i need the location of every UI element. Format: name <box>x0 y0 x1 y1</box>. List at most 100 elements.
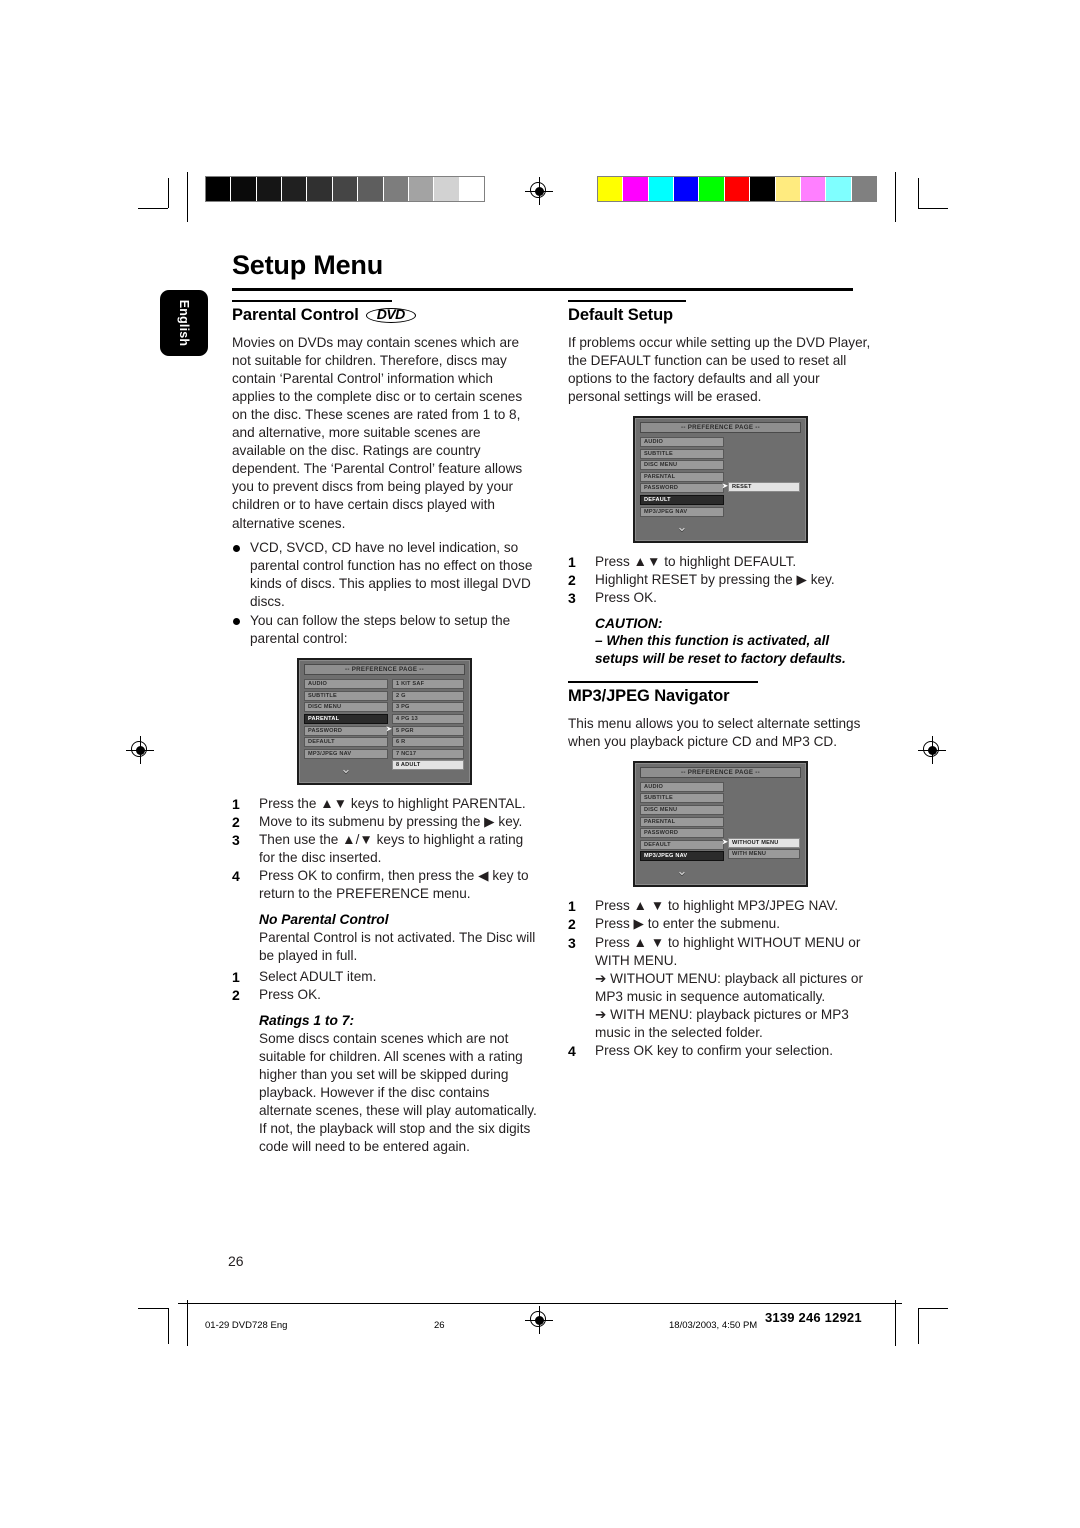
page-number: 26 <box>228 1253 244 1269</box>
color-swatch-8 <box>800 177 827 201</box>
caution-body: – When this function is activated, all s… <box>595 632 846 666</box>
parental-osd-wrapper: -- PREFERENCE PAGE -- AUDIO SUBTITLE DIS… <box>232 658 537 785</box>
step-number: 2 <box>568 916 576 933</box>
step-number: 3 <box>568 934 576 951</box>
osd-menu-item-subtitle: SUBTITLE <box>640 793 724 804</box>
list-item: 1 Select ADULT item. <box>232 968 537 986</box>
osd-menu-item-password: PASSWORD <box>640 828 724 839</box>
dvd-logo-label: DVD <box>376 305 406 322</box>
language-tab: English <box>160 290 208 356</box>
color-swatch-3 <box>674 177 700 201</box>
parental-control-bullets: VCD, SVCD, CD have no level indication, … <box>232 539 537 649</box>
osd-menu-item-password: PASSWORD <box>304 725 388 736</box>
list-item: 2 Press ▶ to enter the submenu. <box>568 915 873 933</box>
grayscale-swatch-2 <box>256 177 283 201</box>
osd-menu-list: AUDIO SUBTITLE DISC MENU PARENTAL PASSWO… <box>640 436 724 534</box>
step-text: Press OK to confirm, then press the ◀ ke… <box>259 868 529 902</box>
step-number: 1 <box>568 898 576 915</box>
osd-submenu-list: ➤ RESET <box>722 481 800 494</box>
registration-mark-bottom-center <box>525 1306 553 1334</box>
osd-submenu-item-5: 5 PGR <box>392 725 464 736</box>
step-number: 2 <box>232 813 240 830</box>
osd-title: -- PREFERENCE PAGE -- <box>640 421 801 433</box>
osd-menu-item-audio: AUDIO <box>640 781 724 792</box>
step-text: Press ▲▼ to highlight DEFAULT. <box>595 553 797 569</box>
step-text: Highlight RESET by pressing the ▶ key. <box>595 571 835 587</box>
step-text: Press the ▲▼ keys to highlight PARENTAL. <box>259 795 526 811</box>
footer-divider <box>178 1303 902 1304</box>
list-item: 3 Press ▲ ▼ to highlight WITHOUT MENU or … <box>568 934 873 970</box>
crop-mark-bottom-left <box>138 1300 182 1350</box>
footer-file-label: 01-29 DVD728 Eng <box>205 1320 288 1331</box>
step-number: 2 <box>232 986 240 1003</box>
submenu-pointer-icon: ➤ <box>722 482 728 490</box>
default-setup-heading: Default Setup <box>568 306 873 325</box>
step-text: Press ▲ ▼ to highlight WITHOUT MENU or W… <box>595 934 861 968</box>
osd-submenu-item-3: 3 PG <box>392 702 464 713</box>
parental-control-heading-label: Parental Control <box>232 305 359 324</box>
parental-control-heading: Parental Control DVD <box>232 306 537 325</box>
language-tab-label: English <box>177 299 191 347</box>
registration-mark-right <box>918 736 946 764</box>
list-item: 2 Highlight RESET by pressing the ▶ key. <box>568 571 873 589</box>
crop-mark-top-left <box>138 178 182 222</box>
list-item: 4 Press OK key to confirm your selection. <box>568 1042 873 1060</box>
osd-menu-item-audio: AUDIO <box>640 436 724 447</box>
step-text: Select ADULT item. <box>259 968 377 984</box>
osd-submenu-item-1: 1 KIT SAF <box>392 679 464 690</box>
osd-submenu-item-2: 2 G <box>392 690 464 701</box>
submenu-pointer-icon: ➤ <box>722 838 728 846</box>
mp3-osd-wrapper: -- PREFERENCE PAGE -- AUDIO SUBTITLE DIS… <box>568 760 873 888</box>
osd-menu-item-default: DEFAULT <box>640 839 724 850</box>
grayscale-calibration-bar <box>205 176 485 202</box>
list-item: 1 Press ▲ ▼ to highlight MP3/JPEG NAV. <box>568 897 873 915</box>
osd-menu-item-mp3jpeg-nav: MP3/JPEG NAV <box>640 506 724 517</box>
osd-menu-item-audio: AUDIO <box>304 679 388 690</box>
osd-menu-item-default: DEFAULT <box>304 737 388 748</box>
osd-submenu-item-with-menu: WITH MENU <box>728 849 800 860</box>
chevron-down-icon: ⌄ <box>676 518 688 534</box>
mp3-navigator-final-step: 4 Press OK key to confirm your selection. <box>568 1042 873 1060</box>
step-text: Then use the ▲/▼ keys to highlight a rat… <box>259 831 524 866</box>
registration-mark-left <box>126 736 154 764</box>
parental-preference-screenshot: -- PREFERENCE PAGE -- AUDIO SUBTITLE DIS… <box>297 658 472 785</box>
osd-menu-item-parental: PARENTAL <box>304 713 388 724</box>
caution-heading: CAUTION: <box>595 615 663 631</box>
default-osd-wrapper: -- PREFERENCE PAGE -- AUDIO SUBTITLE DIS… <box>568 415 873 543</box>
grayscale-swatch-9 <box>434 177 460 201</box>
crop-mark-bottom-right-inner <box>892 1300 902 1350</box>
step-number: 4 <box>232 868 240 885</box>
title-underline <box>232 288 853 291</box>
list-item: 2 Move to its submenu by pressing the ▶ k… <box>232 813 537 831</box>
step-number: 1 <box>568 553 576 570</box>
osd-menu-item-default: DEFAULT <box>640 494 724 505</box>
step-text: Press OK key to confirm your selection. <box>595 1043 833 1059</box>
grayscale-swatch-6 <box>358 177 384 201</box>
step-number: 3 <box>568 589 576 606</box>
list-item: 2 Press OK. <box>232 986 537 1004</box>
list-item: 1 Press ▲▼ to highlight DEFAULT. <box>568 553 873 571</box>
osd-menu-item-parental: PARENTAL <box>640 816 724 827</box>
color-calibration-bar <box>597 176 877 202</box>
grayscale-swatch-1 <box>231 177 257 201</box>
osd-menu-item-mp3jpeg-nav: MP3/JPEG NAV <box>640 851 724 862</box>
mp3-note-with-menu: ➔ WITH MENU: playback pictures or MP3 mu… <box>595 1006 849 1040</box>
mp3-navigator-rule <box>568 681 758 683</box>
dvd-logo-icon: DVD <box>365 305 416 324</box>
crop-mark-top-right <box>906 178 950 222</box>
mp3-note-without-menu: ➔ WITHOUT MENU: playback all pictures or… <box>595 970 863 1004</box>
step-text: Press ▶ to enter the submenu. <box>595 916 781 932</box>
crop-mark-bottom-right <box>906 1300 950 1350</box>
color-swatch-5 <box>724 177 751 201</box>
osd-menu-item-mp3jpeg-nav: MP3/JPEG NAV <box>304 748 388 759</box>
osd-title: -- PREFERENCE PAGE -- <box>304 664 465 676</box>
osd-menu-item-subtitle: SUBTITLE <box>304 690 388 701</box>
default-setup-heading-label: Default Setup <box>568 305 674 324</box>
color-swatch-0 <box>598 177 624 201</box>
step-number: 4 <box>568 1043 576 1060</box>
no-parental-control-steps: 1 Select ADULT item. 2 Press OK. <box>232 968 537 1004</box>
right-column: Default Setup If problems occur while se… <box>568 300 873 1060</box>
color-swatch-2 <box>648 177 675 201</box>
parental-control-rule <box>232 300 392 302</box>
no-parental-control-body: Parental Control is not activated. The D… <box>259 930 536 964</box>
